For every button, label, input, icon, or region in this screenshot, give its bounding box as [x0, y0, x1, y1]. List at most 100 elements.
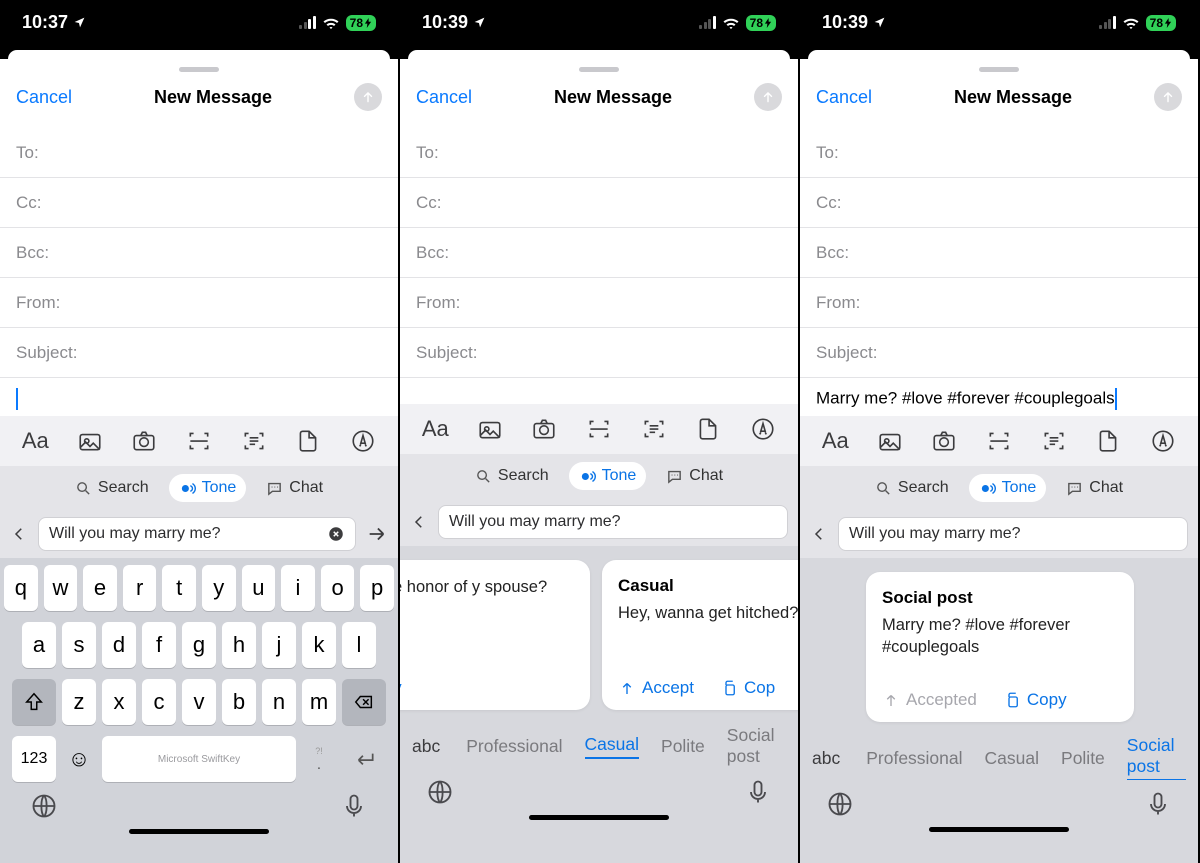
key-a[interactable]: a [22, 622, 56, 668]
photo-library-icon[interactable] [875, 426, 905, 456]
key-o[interactable]: o [321, 565, 355, 611]
key-d[interactable]: d [102, 622, 136, 668]
search-action[interactable]: Search [65, 474, 159, 502]
subject-field[interactable]: Subject: [400, 328, 798, 378]
scan-icon[interactable] [584, 414, 614, 444]
scan-icon[interactable] [984, 426, 1014, 456]
send-button[interactable] [1154, 83, 1182, 111]
send-button[interactable] [754, 83, 782, 111]
key-l[interactable]: l [342, 622, 376, 668]
search-action[interactable]: Search [465, 462, 559, 490]
mic-icon[interactable] [744, 778, 772, 806]
sheet-grabber[interactable] [579, 67, 619, 72]
key-t[interactable]: t [162, 565, 196, 611]
home-indicator[interactable] [929, 827, 1069, 832]
markup-icon[interactable] [1148, 426, 1178, 456]
to-field[interactable]: To: [800, 128, 1198, 178]
tone-tab-abc[interactable]: abc [812, 748, 840, 769]
key-b[interactable]: b [222, 679, 256, 725]
home-indicator[interactable] [129, 829, 269, 834]
photo-library-icon[interactable] [475, 414, 505, 444]
key-n[interactable]: n [262, 679, 296, 725]
accept-button[interactable]: Accept [618, 678, 694, 698]
camera-icon[interactable] [929, 426, 959, 456]
key-w[interactable]: w [44, 565, 78, 611]
back-chevron-icon[interactable] [810, 525, 828, 543]
subject-field[interactable]: Subject: [0, 328, 398, 378]
attachment-icon[interactable] [293, 426, 323, 456]
tone-input[interactable]: Will you may marry me? [838, 517, 1188, 551]
copy-button[interactable]: Cop [720, 678, 775, 698]
key-numeric[interactable]: 123 [12, 736, 56, 782]
globe-icon[interactable] [826, 790, 854, 818]
tone-card[interactable]: o me the honor of y spouse? Copy [400, 560, 590, 710]
chat-action[interactable]: Chat [656, 462, 733, 490]
key-x[interactable]: x [102, 679, 136, 725]
key-f[interactable]: f [142, 622, 176, 668]
back-chevron-icon[interactable] [410, 513, 428, 531]
submit-arrow-icon[interactable] [366, 523, 388, 545]
tone-input[interactable]: Will you may marry me? [438, 505, 788, 539]
tone-tab-social-post[interactable]: Social post [1127, 735, 1186, 781]
key-delete[interactable] [342, 679, 386, 725]
tone-action[interactable]: Tone [569, 462, 647, 490]
cancel-button[interactable]: Cancel [816, 87, 872, 108]
key-e[interactable]: e [83, 565, 117, 611]
scan-icon[interactable] [184, 426, 214, 456]
to-field[interactable]: To: [0, 128, 398, 178]
tone-tab-professional[interactable]: Professional [866, 748, 962, 769]
tone-input[interactable]: Will you may marry me? [38, 517, 356, 551]
bcc-field[interactable]: Bcc: [400, 228, 798, 278]
markup-icon[interactable] [748, 414, 778, 444]
tone-cards-scroller[interactable]: o me the honor of y spouse? Copy Casual … [400, 546, 798, 724]
key-v[interactable]: v [182, 679, 216, 725]
bcc-field[interactable]: Bcc: [800, 228, 1198, 278]
key-c[interactable]: c [142, 679, 176, 725]
sheet-grabber[interactable] [179, 67, 219, 72]
key-g[interactable]: g [182, 622, 216, 668]
globe-icon[interactable] [426, 778, 454, 806]
key-r[interactable]: r [123, 565, 157, 611]
message-body[interactable] [0, 378, 398, 416]
tone-tab-polite[interactable]: Polite [1061, 748, 1105, 769]
cancel-button[interactable]: Cancel [416, 87, 472, 108]
send-button[interactable] [354, 83, 382, 111]
key-z[interactable]: z [62, 679, 96, 725]
key-q[interactable]: q [4, 565, 38, 611]
bcc-field[interactable]: Bcc: [0, 228, 398, 278]
key-h[interactable]: h [222, 622, 256, 668]
tone-action[interactable]: Tone [969, 474, 1047, 502]
from-field[interactable]: From: [800, 278, 1198, 328]
tone-tab-polite[interactable]: Polite [661, 736, 705, 757]
copy-button[interactable]: Copy [400, 678, 402, 698]
copy-button[interactable]: Copy [1003, 690, 1067, 710]
camera-icon[interactable] [529, 414, 559, 444]
to-field[interactable]: To: [400, 128, 798, 178]
key-k[interactable]: k [302, 622, 336, 668]
format-text-icon[interactable]: Aa [820, 426, 850, 456]
markup-icon[interactable] [348, 426, 378, 456]
clear-input-icon[interactable] [327, 525, 345, 543]
mic-icon[interactable] [340, 792, 368, 820]
camera-icon[interactable] [129, 426, 159, 456]
chat-action[interactable]: Chat [256, 474, 333, 502]
live-text-icon[interactable] [639, 414, 669, 444]
search-action[interactable]: Search [865, 474, 959, 502]
tone-tab-casual[interactable]: Casual [985, 748, 1039, 769]
cc-field[interactable]: Cc: [800, 178, 1198, 228]
key-u[interactable]: u [242, 565, 276, 611]
from-field[interactable]: From: [0, 278, 398, 328]
tone-tab-social-post[interactable]: Social post [727, 725, 786, 767]
globe-icon[interactable] [30, 792, 58, 820]
cc-field[interactable]: Cc: [0, 178, 398, 228]
key-space[interactable]: Microsoft SwiftKey [102, 736, 296, 782]
key-y[interactable]: y [202, 565, 236, 611]
tone-card[interactable]: Casual Hey, wanna get hitched? Accept Co… [602, 560, 798, 710]
photo-library-icon[interactable] [75, 426, 105, 456]
key-p[interactable]: p [360, 565, 394, 611]
tone-tab-casual[interactable]: Casual [585, 734, 639, 759]
key-i[interactable]: i [281, 565, 315, 611]
key-emoji[interactable]: ☺ [62, 736, 96, 782]
cancel-button[interactable]: Cancel [16, 87, 72, 108]
key-punctuation[interactable]: ?!. [302, 736, 336, 782]
